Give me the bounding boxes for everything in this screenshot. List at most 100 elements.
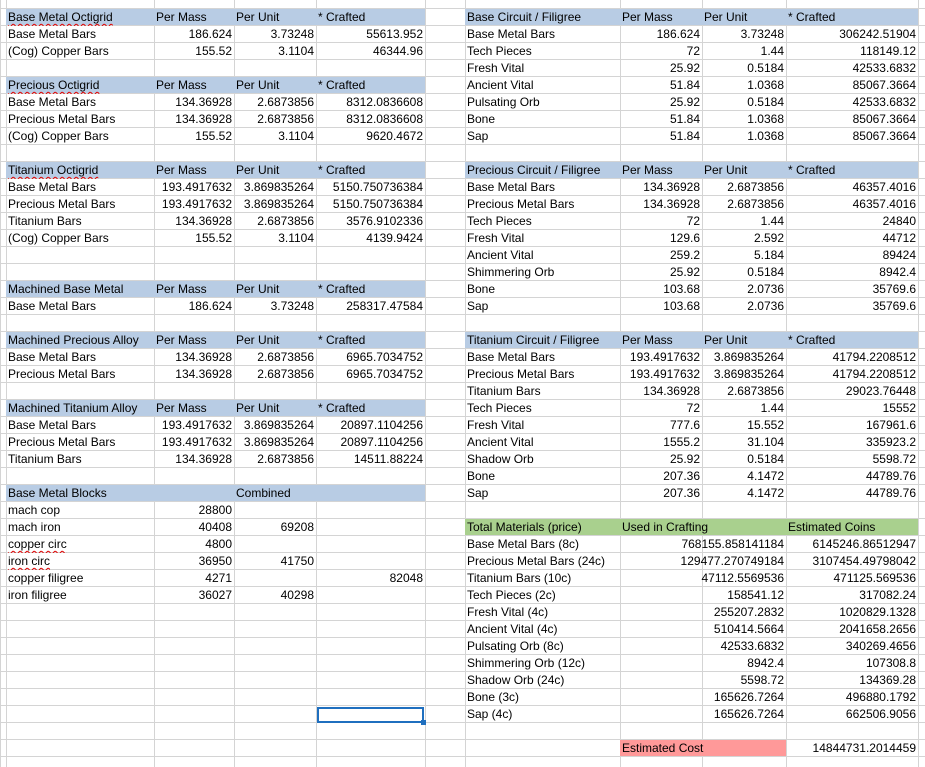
material-label[interactable]: Tech Pieces (2c) bbox=[467, 587, 617, 604]
per-unit-value[interactable]: 3.869835264 bbox=[234, 434, 314, 451]
crafted-value[interactable]: 46357.4016 bbox=[786, 179, 916, 196]
material-label[interactable]: Ancient Vital (4c) bbox=[467, 621, 617, 638]
block-label[interactable]: copper filigree bbox=[8, 570, 154, 587]
per-unit-value[interactable]: 2.6873856 bbox=[234, 366, 314, 383]
estimated-coins-value[interactable]: 134369.28 bbox=[786, 672, 916, 689]
used-in-crafting-value[interactable]: 8942.4 bbox=[620, 655, 784, 672]
per-unit-value[interactable]: 1.44 bbox=[702, 400, 784, 417]
blocks-title[interactable]: Base Metal Blocks bbox=[8, 485, 154, 502]
per-unit-value[interactable]: 0.5184 bbox=[702, 451, 784, 468]
estimated-coins-value[interactable]: 107308.8 bbox=[786, 655, 916, 672]
row-label[interactable]: Base Metal Bars bbox=[8, 417, 154, 434]
block-label[interactable]: mach iron bbox=[8, 519, 154, 536]
row-label[interactable]: Precious Metal Bars bbox=[467, 366, 617, 383]
per-mass-value[interactable]: 134.36928 bbox=[154, 111, 232, 128]
per-mass-value[interactable]: 155.52 bbox=[154, 230, 232, 247]
per-mass-value[interactable]: 51.84 bbox=[620, 128, 700, 145]
row-label[interactable]: (Cog) Copper Bars bbox=[8, 230, 154, 247]
column-header[interactable]: Per Unit bbox=[236, 281, 318, 298]
crafted-value[interactable]: 8312.0836608 bbox=[316, 111, 423, 128]
column-header[interactable]: Per Mass bbox=[622, 162, 704, 179]
row-label[interactable]: (Cog) Copper Bars bbox=[8, 43, 154, 60]
per-unit-value[interactable]: 3.73248 bbox=[702, 26, 784, 43]
per-mass-value[interactable]: 155.52 bbox=[154, 128, 232, 145]
column-header[interactable]: Per Mass bbox=[622, 332, 704, 349]
row-label[interactable]: Base Metal Bars bbox=[8, 349, 154, 366]
column-header[interactable]: * Crafted bbox=[318, 77, 427, 94]
material-label[interactable]: Sap (4c) bbox=[467, 706, 617, 723]
per-unit-value[interactable]: 3.869835264 bbox=[234, 196, 314, 213]
per-unit-value[interactable]: 31.104 bbox=[702, 434, 784, 451]
row-label[interactable]: Shadow Orb bbox=[467, 451, 617, 468]
crafted-value[interactable]: 167961.6 bbox=[786, 417, 916, 434]
per-unit-value[interactable]: 3.73248 bbox=[234, 298, 314, 315]
per-mass-value[interactable]: 103.68 bbox=[620, 281, 700, 298]
row-label[interactable]: Base Metal Bars bbox=[8, 298, 154, 315]
table-title[interactable]: Titanium Circuit / Filigree bbox=[467, 332, 615, 349]
per-mass-value[interactable]: 103.68 bbox=[620, 298, 700, 315]
column-header[interactable]: Per Unit bbox=[704, 162, 788, 179]
material-label[interactable]: Base Metal Bars (8c) bbox=[467, 536, 617, 553]
column-header[interactable]: * Crafted bbox=[318, 281, 427, 298]
row-label[interactable]: Tech Pieces bbox=[467, 213, 617, 230]
per-unit-value[interactable]: 2.6873856 bbox=[234, 451, 314, 468]
material-label[interactable]: Precious Metal Bars (24c) bbox=[467, 553, 617, 570]
row-label[interactable]: Ancient Vital bbox=[467, 247, 617, 264]
table-title[interactable]: Base Circuit / Filigree bbox=[467, 9, 615, 26]
block-label[interactable]: copper circ bbox=[8, 536, 154, 553]
per-mass-value[interactable]: 777.6 bbox=[620, 417, 700, 434]
per-unit-value[interactable]: 15.552 bbox=[702, 417, 784, 434]
per-mass-value[interactable]: 259.2 bbox=[620, 247, 700, 264]
row-label[interactable]: Precious Metal Bars bbox=[8, 196, 154, 213]
crafted-value[interactable]: 55613.952 bbox=[316, 26, 423, 43]
column-header[interactable]: * Crafted bbox=[318, 332, 427, 349]
crafted-value[interactable]: 44712 bbox=[786, 230, 916, 247]
block-total[interactable]: 82048 bbox=[316, 570, 423, 587]
per-mass-value[interactable]: 207.36 bbox=[620, 468, 700, 485]
per-unit-value[interactable]: 4.1472 bbox=[702, 485, 784, 502]
per-mass-value[interactable]: 193.4917632 bbox=[620, 349, 700, 366]
used-in-crafting-value[interactable]: 42533.6832 bbox=[620, 638, 784, 655]
column-header[interactable]: Per Mass bbox=[156, 332, 236, 349]
per-mass-value[interactable]: 134.36928 bbox=[154, 94, 232, 111]
used-in-crafting-value[interactable]: 158541.12 bbox=[620, 587, 784, 604]
estimated-coins-value[interactable]: 1020829.1328 bbox=[786, 604, 916, 621]
row-label[interactable]: Sap bbox=[467, 485, 617, 502]
crafted-value[interactable]: 5150.750736384 bbox=[316, 196, 423, 213]
per-unit-value[interactable]: 1.44 bbox=[702, 43, 784, 60]
selected-cell[interactable] bbox=[317, 707, 424, 723]
per-unit-value[interactable]: 1.44 bbox=[702, 213, 784, 230]
column-header[interactable]: Per Mass bbox=[156, 9, 236, 26]
per-unit-value[interactable]: 2.6873856 bbox=[234, 349, 314, 366]
row-label[interactable]: Pulsating Orb bbox=[467, 94, 617, 111]
crafted-value[interactable]: 9620.4672 bbox=[316, 128, 423, 145]
crafted-value[interactable]: 35769.6 bbox=[786, 281, 916, 298]
per-unit-value[interactable]: 0.5184 bbox=[702, 60, 784, 77]
material-label[interactable]: Shimmering Orb (12c) bbox=[467, 655, 617, 672]
per-unit-value[interactable]: 1.0368 bbox=[702, 77, 784, 94]
per-unit-value[interactable]: 4.1472 bbox=[702, 468, 784, 485]
per-mass-value[interactable]: 186.624 bbox=[620, 26, 700, 43]
block-total[interactable] bbox=[316, 536, 423, 553]
used-in-crafting-value[interactable]: 768155.858141184 bbox=[620, 536, 784, 553]
block-total[interactable] bbox=[316, 553, 423, 570]
crafted-value[interactable]: 6965.7034752 bbox=[316, 349, 423, 366]
crafted-value[interactable]: 5150.750736384 bbox=[316, 179, 423, 196]
block-total[interactable] bbox=[316, 519, 423, 536]
per-mass-value[interactable]: 72 bbox=[620, 213, 700, 230]
block-combined[interactable] bbox=[234, 570, 314, 587]
block-value[interactable]: 28800 bbox=[154, 502, 232, 519]
per-unit-value[interactable]: 2.592 bbox=[702, 230, 784, 247]
per-mass-value[interactable]: 134.36928 bbox=[620, 383, 700, 400]
per-mass-value[interactable]: 134.36928 bbox=[154, 451, 232, 468]
crafted-value[interactable]: 44789.76 bbox=[786, 485, 916, 502]
crafted-value[interactable]: 3576.9102336 bbox=[316, 213, 423, 230]
row-label[interactable]: Base Metal Bars bbox=[8, 94, 154, 111]
column-header[interactable]: Per Unit bbox=[236, 77, 318, 94]
crafted-value[interactable]: 89424 bbox=[786, 247, 916, 264]
crafted-value[interactable]: 42533.6832 bbox=[786, 60, 916, 77]
row-label[interactable]: Precious Metal Bars bbox=[8, 434, 154, 451]
block-label[interactable]: mach cop bbox=[8, 502, 154, 519]
crafted-value[interactable]: 85067.3664 bbox=[786, 77, 916, 94]
material-label[interactable]: Pulsating Orb (8c) bbox=[467, 638, 617, 655]
